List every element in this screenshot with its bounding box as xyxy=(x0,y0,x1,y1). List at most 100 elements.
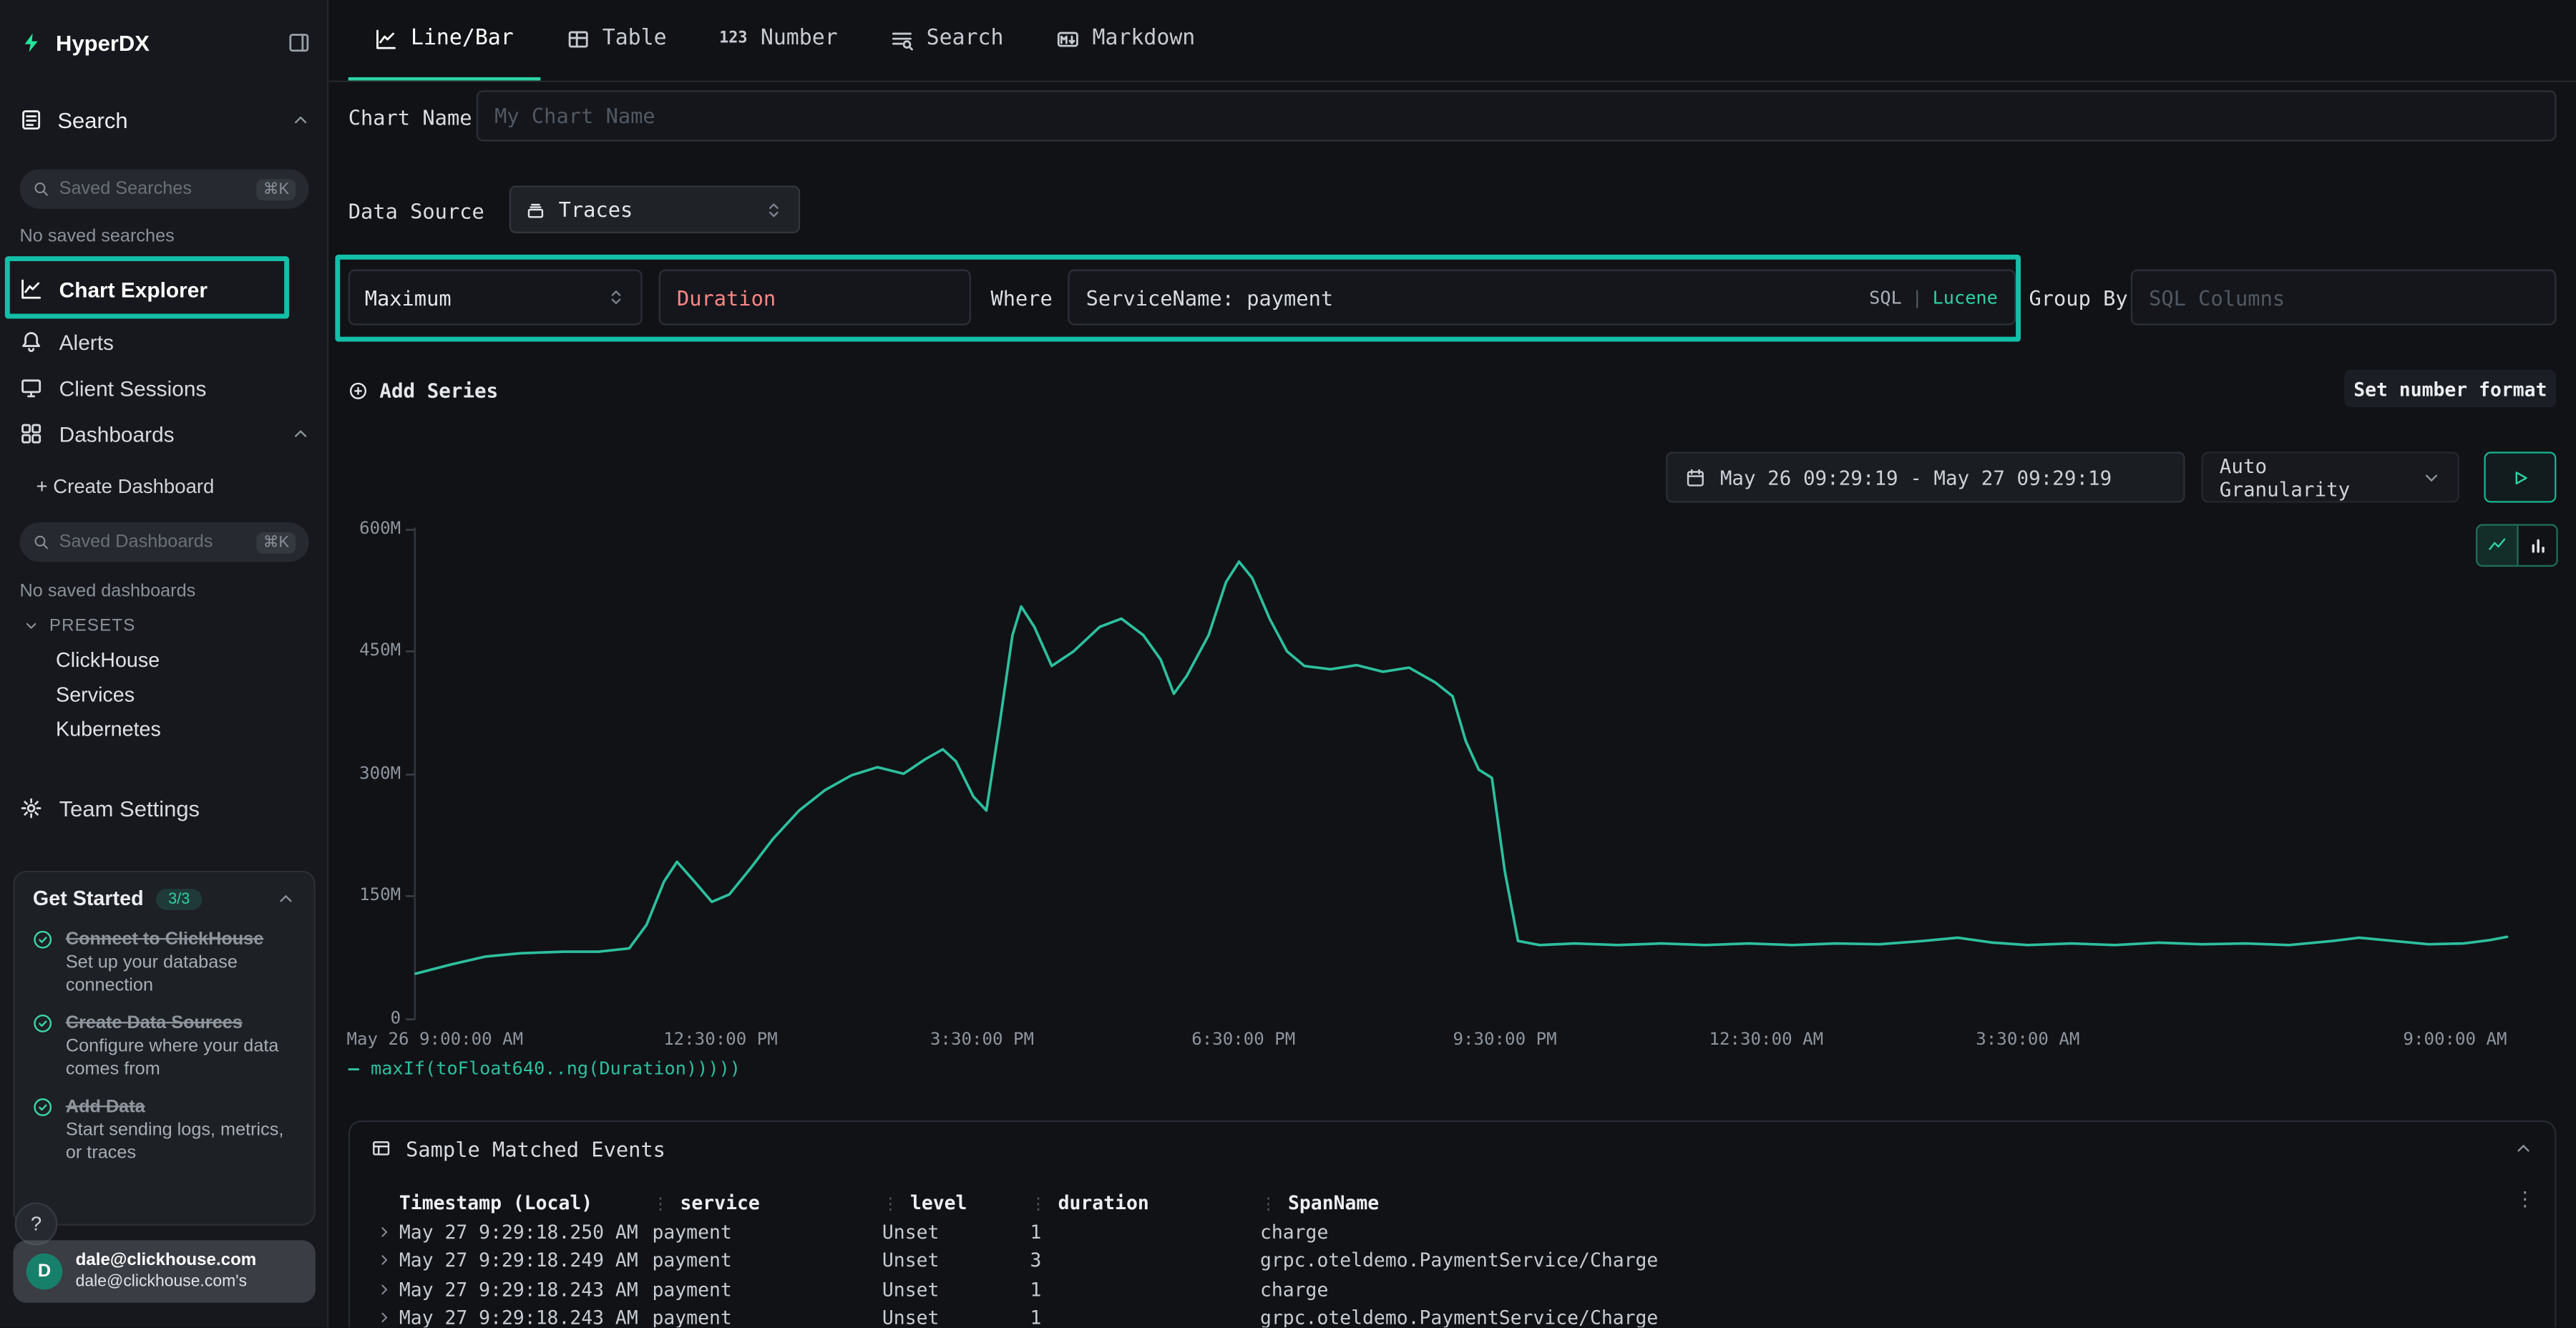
chart-type-tabbar: Line/Bar Table 123 Number Search Markdow… xyxy=(328,0,2576,82)
gear-icon xyxy=(20,797,43,820)
x-tick-label: 3:30:00 PM xyxy=(930,1030,1034,1050)
column-grip-icon[interactable]: ⋮ xyxy=(652,1196,668,1214)
column-grip-icon[interactable]: ⋮ xyxy=(882,1196,899,1214)
sidebar-item-alerts[interactable]: Alerts xyxy=(20,322,311,361)
event-row[interactable]: May 27 9:29:18.249 AMpaymentUnset3grpc.o… xyxy=(350,1246,2555,1274)
where-label: Where xyxy=(990,285,1052,310)
tab-line-bar[interactable]: Line/Bar xyxy=(348,0,540,81)
x-tick-label: 9:00:00 AM xyxy=(2403,1030,2507,1050)
calendar-icon xyxy=(1686,467,1706,487)
stack-icon xyxy=(526,200,546,220)
tab-search[interactable]: Search xyxy=(864,0,1030,81)
events-header-row: Timestamp (Local) ⋮service ⋮level ⋮durat… xyxy=(350,1188,2555,1217)
presets-section-header[interactable]: PRESETS xyxy=(23,616,135,636)
table-options-icon[interactable]: ⋮ xyxy=(2515,1188,2535,1211)
column-header[interactable]: ⋮level xyxy=(882,1191,1030,1214)
x-tick-label: 12:30:00 PM xyxy=(663,1030,778,1050)
group-by-input[interactable] xyxy=(2131,270,2557,326)
get-started-progress-badge: 3/3 xyxy=(157,888,201,909)
group-by-label: Group By xyxy=(2029,285,2127,310)
column-header[interactable]: ⋮SpanName xyxy=(1260,1191,2515,1214)
line-chart-icon xyxy=(374,27,397,50)
expand-row-icon[interactable] xyxy=(376,1252,393,1269)
get-started-item[interactable]: Create Data Sources Configure where your… xyxy=(15,1002,314,1085)
x-tick-label: 12:30:00 AM xyxy=(1709,1030,1823,1050)
create-dashboard-link[interactable]: + Create Dashboard xyxy=(36,475,215,498)
column-grip-icon[interactable]: ⋮ xyxy=(1260,1196,1277,1214)
lucene-mode-toggle[interactable]: Lucene xyxy=(1933,287,1998,308)
tab-number[interactable]: 123 Number xyxy=(693,0,864,81)
data-source-select[interactable]: Traces xyxy=(509,185,800,233)
search-section-icon xyxy=(20,109,43,132)
check-circle-icon xyxy=(33,929,53,949)
chart-name-label: Chart Name xyxy=(348,105,472,130)
chevron-up-icon[interactable] xyxy=(291,110,311,130)
preset-clickhouse[interactable]: ClickHouse xyxy=(56,649,160,672)
event-row[interactable]: May 27 9:29:18.250 AMpaymentUnset1charge xyxy=(350,1217,2555,1246)
table-icon xyxy=(566,27,589,50)
search-section-header[interactable]: Search xyxy=(20,100,311,140)
tab-table[interactable]: Table xyxy=(540,0,693,81)
saved-searches-input[interactable]: Saved Searches ⌘K xyxy=(20,169,309,208)
legend-series-label: maxIf(toFloat640..ng(Duration))))) xyxy=(371,1058,741,1080)
x-axis-tick-labels: May 26 9:00:00 AM12:30:00 PM3:30:00 PM6:… xyxy=(416,1030,2507,1053)
granularity-select[interactable]: Auto Granularity xyxy=(2202,451,2459,502)
no-saved-searches-text: No saved searches xyxy=(20,227,175,247)
field-input[interactable] xyxy=(659,270,971,326)
set-number-format-button[interactable]: Set number format xyxy=(2344,370,2556,408)
column-header[interactable]: ⋮service xyxy=(652,1191,882,1214)
get-started-card: Get Started 3/3 Connect to ClickHouse Se… xyxy=(13,871,315,1226)
search-list-icon xyxy=(890,27,913,50)
search-icon xyxy=(33,534,49,550)
hyperdx-logo-icon xyxy=(20,31,43,54)
column-grip-icon[interactable]: ⋮ xyxy=(1030,1196,1047,1214)
sidebar-item-dashboards[interactable]: Dashboards xyxy=(20,414,311,454)
saved-dashboards-input[interactable]: Saved Dashboards ⌘K xyxy=(20,522,309,562)
chevron-up-icon[interactable] xyxy=(276,889,296,909)
preset-kubernetes[interactable]: Kubernetes xyxy=(56,718,161,741)
bar-chart-icon xyxy=(2527,535,2547,555)
event-row[interactable]: May 27 9:29:18.243 AMpaymentUnset1grpc.o… xyxy=(350,1304,2555,1327)
column-header[interactable]: ⋮duration xyxy=(1030,1191,1260,1214)
chart-legend[interactable]: — maxIf(toFloat640..ng(Duration))))) xyxy=(348,1058,741,1080)
collapse-sidebar-icon[interactable] xyxy=(288,31,311,54)
bell-icon xyxy=(20,330,43,353)
get-started-item[interactable]: Add Data Start sending logs, metrics, or… xyxy=(15,1085,314,1169)
get-started-item[interactable]: Connect to ClickHouse Set up your databa… xyxy=(15,918,314,1002)
legend-swatch: — xyxy=(348,1058,359,1080)
column-header[interactable]: Timestamp (Local) xyxy=(399,1191,653,1214)
sql-mode-toggle[interactable]: SQL xyxy=(1869,287,1902,308)
help-button[interactable]: ? xyxy=(15,1203,58,1246)
collapse-panel-icon[interactable] xyxy=(2514,1138,2534,1158)
preset-services[interactable]: Services xyxy=(56,683,135,706)
chevron-down-icon xyxy=(2421,467,2441,487)
events-table-icon xyxy=(371,1138,391,1158)
shortcut-badge: ⌘K xyxy=(257,178,296,200)
expand-row-icon[interactable] xyxy=(376,1281,393,1297)
markdown-icon xyxy=(1056,27,1079,50)
chart-name-input[interactable] xyxy=(477,90,2557,141)
expand-row-icon[interactable] xyxy=(376,1224,393,1240)
line-chart-plot[interactable] xyxy=(416,526,2507,1022)
sidebar-item-team-settings[interactable]: Team Settings xyxy=(20,788,311,828)
run-query-button[interactable] xyxy=(2484,451,2556,502)
chevron-up-icon[interactable] xyxy=(291,424,311,444)
x-tick-label: 9:30:00 PM xyxy=(1453,1030,1556,1050)
expand-row-icon[interactable] xyxy=(376,1309,393,1326)
sidebar-item-chart-explorer[interactable]: Chart Explorer xyxy=(20,270,311,309)
event-row[interactable]: May 27 9:29:18.243 AMpaymentUnset1charge xyxy=(350,1275,2555,1304)
add-series-button[interactable]: Add Series xyxy=(348,374,499,407)
check-circle-icon xyxy=(33,1013,53,1033)
select-chevrons-icon xyxy=(764,200,784,220)
sidebar-item-client-sessions[interactable]: Client Sessions xyxy=(20,368,311,407)
user-account-chip[interactable]: D dale@clickhouse.com dale@clickhouse.co… xyxy=(13,1240,315,1302)
where-query-input[interactable]: ServiceName: payment SQL|Lucene xyxy=(1068,270,2016,326)
grid-icon xyxy=(20,422,43,445)
bar-display-button[interactable] xyxy=(2517,526,2556,565)
line-chart-icon xyxy=(20,278,43,301)
sample-matched-events-panel: Sample Matched Events ⋮ Timestamp (Local… xyxy=(348,1120,2557,1327)
app-window: HyperDX Search Saved Searches ⌘K No save… xyxy=(0,0,2576,1327)
aggregation-select[interactable]: Maximum xyxy=(348,270,643,326)
tab-markdown[interactable]: Markdown xyxy=(1030,0,1221,81)
date-range-picker[interactable]: May 26 09:29:19 - May 27 09:29:19 xyxy=(1666,451,2185,502)
